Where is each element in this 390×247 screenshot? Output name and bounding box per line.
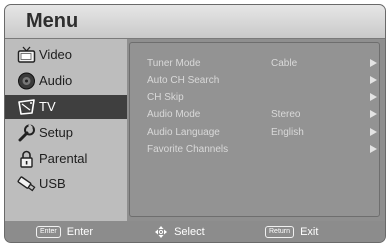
- setting-label: Favorite Channels: [147, 144, 229, 155]
- dpad-icon: [155, 226, 167, 238]
- lock-icon: [20, 150, 33, 168]
- sidebar-item-label: Parental: [39, 151, 88, 166]
- arrow-right-icon: [370, 76, 377, 84]
- setting-row-audio-mode[interactable]: Audio Mode Stereo: [130, 106, 379, 123]
- sidebar-item-tv[interactable]: TV: [5, 95, 127, 119]
- setting-row-auto-ch-search[interactable]: Auto CH Search: [130, 72, 379, 89]
- arrow-right-icon: [370, 93, 377, 101]
- arrow-right-icon: [370, 59, 377, 67]
- usb-icon: [17, 176, 36, 192]
- arrow-right-icon: [370, 110, 377, 118]
- exit-hint-label: Exit: [300, 226, 319, 238]
- title-bar: Menu: [5, 5, 385, 39]
- arrow-right-icon: [370, 145, 377, 153]
- sidebar-item-usb[interactable]: USB: [5, 172, 127, 196]
- wrench-icon: [18, 124, 35, 142]
- sidebar-item-label: Video: [39, 47, 73, 62]
- enter-key-icon: Enter: [36, 226, 61, 238]
- sidebar-item-parental[interactable]: Parental: [5, 147, 127, 171]
- setting-row-tuner-mode[interactable]: Tuner Mode Cable: [130, 55, 379, 72]
- return-key-icon: Return: [265, 226, 295, 238]
- setting-row-ch-skip[interactable]: CH Skip: [130, 89, 379, 106]
- audio-icon: [18, 72, 35, 90]
- enter-hint: Enter Enter: [36, 225, 93, 239]
- menu-title: Menu: [26, 10, 79, 32]
- sidebar-item-label: USB: [39, 176, 66, 191]
- setting-value: Stereo: [271, 109, 301, 120]
- sidebar-item-audio[interactable]: Audio: [5, 69, 127, 93]
- setting-row-favorite-channels[interactable]: Favorite Channels: [130, 141, 379, 158]
- sidebar: Video Audio TV Setup Parental USB: [5, 39, 127, 221]
- sidebar-item-label: Audio: [39, 73, 73, 88]
- setting-value: Cable: [271, 58, 298, 69]
- setting-label: Audio Language: [147, 127, 220, 138]
- setting-label: Tuner Mode: [147, 58, 201, 69]
- sidebar-item-video[interactable]: Video: [5, 43, 127, 67]
- enter-hint-label: Enter: [66, 226, 94, 238]
- video-icon: [17, 46, 36, 63]
- setting-value: English: [271, 127, 304, 138]
- sidebar-item-label: Setup: [39, 125, 73, 140]
- setting-label: Audio Mode: [147, 109, 201, 120]
- menu-window: Menu Video Audio TV Setup Parental USB T…: [4, 4, 386, 243]
- arrow-right-icon: [370, 128, 377, 136]
- footer-hints: Enter Enter Select Return Exit: [5, 221, 385, 242]
- exit-hint: Return Exit: [265, 225, 318, 239]
- setting-row-audio-language[interactable]: Audio Language English: [130, 124, 379, 141]
- sidebar-item-label: TV: [39, 99, 56, 114]
- setting-label: Auto CH Search: [147, 75, 220, 86]
- settings-panel: Tuner Mode Cable Auto CH Search CH Skip …: [129, 42, 380, 217]
- select-hint-label: Select: [174, 226, 205, 238]
- setting-label: CH Skip: [147, 92, 184, 103]
- tv-icon: [18, 99, 35, 115]
- sidebar-item-setup[interactable]: Setup: [5, 121, 127, 145]
- select-hint: Select: [154, 225, 205, 239]
